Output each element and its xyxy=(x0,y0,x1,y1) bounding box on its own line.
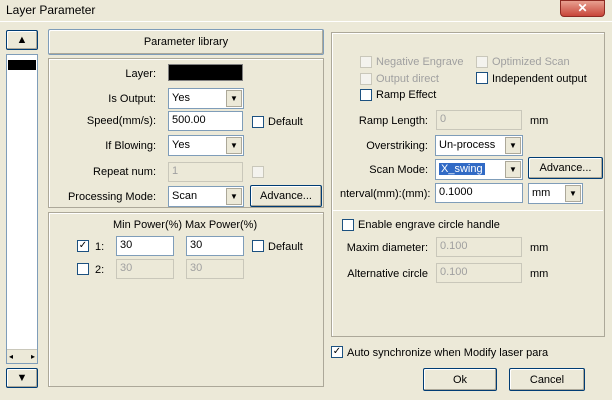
close-button[interactable]: ✕ xyxy=(560,0,605,17)
chevron-down-icon[interactable]: ▼ xyxy=(226,188,242,205)
maxim-diameter-label: Maxim diameter: xyxy=(346,242,428,254)
scroll-left-icon[interactable]: ◂ xyxy=(9,352,13,361)
max-power-header: Max Power(%) xyxy=(185,219,258,231)
layer-color-swatch[interactable] xyxy=(168,64,243,81)
overstriking-value: Un-process xyxy=(439,139,496,151)
alternative-circle-input[interactable]: 0.100 xyxy=(436,263,522,283)
min-power-header: Min Power(%) xyxy=(113,219,183,231)
chevron-down-icon[interactable]: ▼ xyxy=(505,161,521,178)
triangle-up-icon: ▲ xyxy=(16,34,28,46)
repeat-num-checkbox[interactable] xyxy=(252,166,264,178)
output-direct-checkbox[interactable] xyxy=(360,73,372,85)
negative-engrave-label: Negative Engrave xyxy=(376,56,464,68)
interval-label: nterval(mm):(mm): xyxy=(340,188,431,200)
power-row1-min-input[interactable]: 30 xyxy=(116,236,174,256)
overstriking-select[interactable]: Un-process ▼ xyxy=(435,135,523,156)
check-icon: ✓ xyxy=(332,346,342,357)
if-blowing-value: Yes xyxy=(172,139,190,151)
scan-mode-select[interactable]: X_swing ▼ xyxy=(435,159,523,180)
ramp-effect-checkbox[interactable] xyxy=(360,89,372,101)
optimized-scan-checkbox[interactable] xyxy=(476,56,488,68)
is-output-value: Yes xyxy=(172,92,190,104)
check-icon: ✓ xyxy=(78,240,88,251)
power-row1-label: 1: xyxy=(95,241,105,253)
speed-default-checkbox[interactable] xyxy=(252,116,264,128)
output-direct-label: Output direct xyxy=(376,73,439,85)
window-title: Layer Parameter xyxy=(6,3,96,17)
negative-engrave-checkbox[interactable] xyxy=(360,56,372,68)
scan-mode-value: X_swing xyxy=(439,163,485,175)
speed-label: Speed(mm/s): xyxy=(86,115,156,127)
scan-mode-label: Scan Mode: xyxy=(369,164,428,176)
enable-circle-label: Enable engrave circle handle xyxy=(358,219,500,231)
layer-down-button[interactable]: ▼ xyxy=(6,368,38,388)
power-row1-checkbox[interactable]: ✓ xyxy=(77,240,89,252)
advance-button-left[interactable]: Advance... xyxy=(250,185,322,207)
power-default-label: Default xyxy=(268,241,303,253)
chevron-down-icon[interactable]: ▼ xyxy=(226,137,242,154)
power-row2-min-input[interactable]: 30 xyxy=(116,259,174,279)
independent-output-label: Independent output xyxy=(492,73,587,85)
repeat-num-label: Repeat num: xyxy=(93,166,156,178)
cancel-button[interactable]: Cancel xyxy=(509,368,585,391)
ok-button[interactable]: Ok xyxy=(423,368,497,391)
optimized-scan-label: Optimized Scan xyxy=(492,56,570,68)
speed-default-label: Default xyxy=(268,116,303,128)
if-blowing-label: If Blowing: xyxy=(105,140,156,152)
speed-input[interactable]: 500.00 xyxy=(168,111,243,131)
chevron-down-icon[interactable]: ▼ xyxy=(505,137,521,154)
power-row2-label: 2: xyxy=(95,264,105,276)
alternative-circle-unit: mm xyxy=(530,268,549,280)
power-row1-max-input[interactable]: 30 xyxy=(186,236,244,256)
triangle-down-icon: ▼ xyxy=(16,372,28,384)
parameter-library-button[interactable]: Parameter library xyxy=(48,29,324,55)
auto-sync-label: Auto synchronize when Modify laser para xyxy=(347,347,549,359)
horizontal-scrollbar[interactable]: ◂ ▸ xyxy=(7,349,37,363)
maxim-diameter-unit: mm xyxy=(530,242,549,254)
interval-unit-select[interactable]: mm ▼ xyxy=(528,183,583,204)
is-output-label: Is Output: xyxy=(108,93,156,105)
divider xyxy=(333,210,603,211)
independent-output-checkbox[interactable] xyxy=(476,72,488,84)
ramp-effect-label: Ramp Effect xyxy=(376,89,437,101)
scroll-right-icon[interactable]: ▸ xyxy=(31,352,35,361)
if-blowing-select[interactable]: Yes ▼ xyxy=(168,135,244,156)
repeat-num-input[interactable]: 1 xyxy=(168,162,243,182)
interval-unit-value: mm xyxy=(532,187,551,199)
interval-input[interactable]: 0.1000 xyxy=(435,183,523,203)
processing-mode-select[interactable]: Scan ▼ xyxy=(168,186,244,207)
layer-label: Layer: xyxy=(125,68,156,80)
close-icon: ✕ xyxy=(577,1,588,15)
power-row2-max-input[interactable]: 30 xyxy=(186,259,244,279)
layer-up-button[interactable]: ▲ xyxy=(6,30,38,50)
ramp-length-label: Ramp Length: xyxy=(358,115,428,127)
advance-button-right[interactable]: Advance... xyxy=(528,157,603,179)
power-default-checkbox[interactable] xyxy=(252,240,264,252)
ramp-length-input[interactable]: 0 xyxy=(436,110,522,130)
chevron-down-icon[interactable]: ▼ xyxy=(565,185,581,202)
layer-list-item[interactable] xyxy=(8,60,36,70)
layer-list[interactable]: ◂ ▸ xyxy=(6,54,38,364)
processing-mode-label: Processing Mode: xyxy=(67,191,156,203)
auto-sync-checkbox[interactable]: ✓ xyxy=(331,346,343,358)
title-bar: Layer Parameter ✕ xyxy=(0,0,612,22)
maxim-diameter-input[interactable]: 0.100 xyxy=(436,237,522,257)
ramp-length-unit: mm xyxy=(530,115,549,127)
is-output-select[interactable]: Yes ▼ xyxy=(168,88,244,109)
overstriking-label: Overstriking: xyxy=(366,140,428,152)
enable-circle-checkbox[interactable] xyxy=(342,219,354,231)
alternative-circle-label: Alternative circle xyxy=(347,268,428,280)
chevron-down-icon[interactable]: ▼ xyxy=(226,90,242,107)
power-row2-checkbox[interactable] xyxy=(77,263,89,275)
processing-mode-value: Scan xyxy=(172,190,198,202)
